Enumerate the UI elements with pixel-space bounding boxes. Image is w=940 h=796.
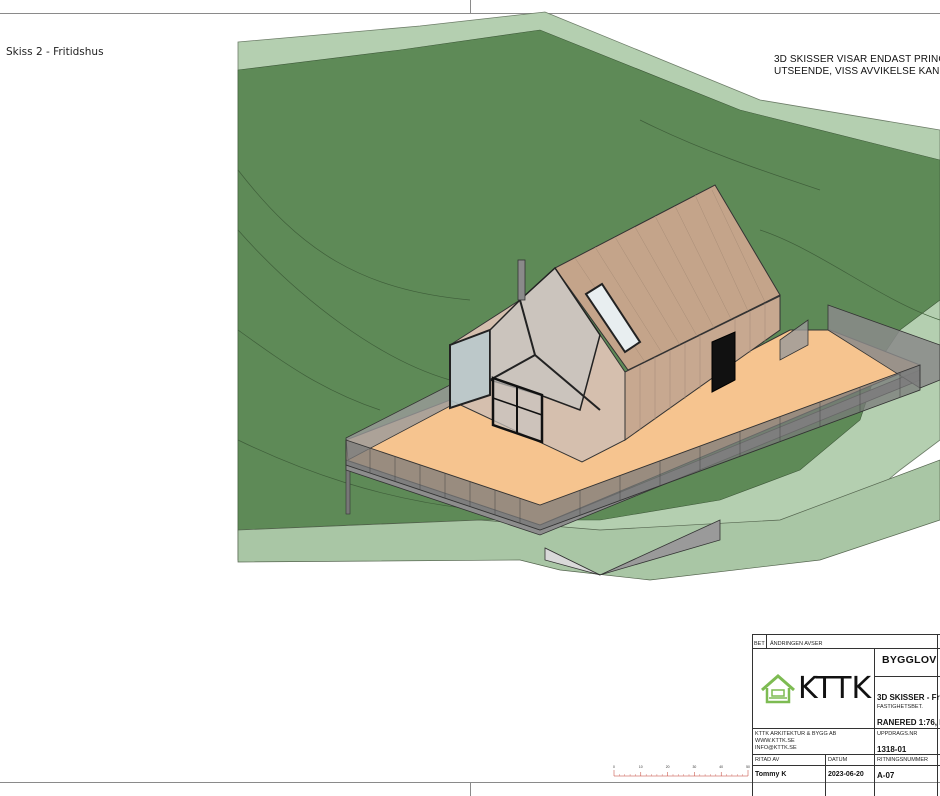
scale-bar: 0 10 20 30 40 50	[613, 765, 750, 777]
scale-tick-label: 50	[746, 765, 750, 769]
tb-drawn-line	[752, 765, 940, 766]
scale-tick-label: 10	[639, 765, 643, 769]
company-name: KTTK ARKITEKTUR & BYGG AB	[755, 731, 837, 737]
tb-heading-line	[874, 676, 940, 677]
property-value: RANERED 1:76, I	[877, 718, 940, 727]
kttk-logo: KTTK	[760, 672, 872, 708]
drawing-title: 3D SKISSER - Fr	[877, 693, 940, 702]
tb-logo-line	[752, 728, 940, 729]
disclaimer-line-2: UTSEENDE, VISS AVVIKELSE KAN F	[774, 66, 940, 77]
drawn-by-value: Tommy K	[755, 771, 787, 778]
disclaimer-line-1: 3D SKISSER VISAR ENDAST PRINC	[774, 54, 940, 65]
property-label: FASTIGHETSBET.	[877, 704, 923, 710]
scale-tick-label: 20	[666, 765, 670, 769]
tb-date-divider	[825, 754, 826, 796]
tb-border-left	[752, 634, 753, 796]
drawing-number-label: RITNINGSNUMMER	[877, 757, 929, 763]
rev-header: BET	[754, 641, 765, 647]
disclaimer-note: 3D SKISSER VISAR ENDAST PRINC UTSEENDE, …	[774, 54, 940, 78]
cabin-3d-sketch	[237, 11, 940, 581]
company-email: INFO@KTTK.SE	[755, 745, 797, 751]
title-block: BET ÄNDRINGEN AVSER BYGGLOV KTTK 3D SKIS…	[752, 634, 940, 796]
tb-border-top	[752, 634, 940, 635]
frame-center-tick-bottom	[470, 782, 471, 796]
tb-column-divider	[874, 648, 875, 796]
house-icon	[761, 674, 795, 704]
chimney	[517, 259, 526, 301]
change-header: ÄNDRINGEN AVSER	[770, 641, 823, 647]
date-label: DATUM	[828, 757, 848, 763]
glass-corner	[449, 328, 491, 410]
main-heading: BYGGLOV	[882, 654, 937, 666]
tb-rev-divider	[766, 634, 767, 648]
company-web: WWW.KTTK.SE	[755, 738, 795, 744]
drawing-number-value: A-07	[877, 771, 895, 780]
scale-tick-label: 30	[693, 765, 697, 769]
order-value: 1318-01	[877, 745, 907, 754]
order-label: UPPDRAGS.NR	[877, 731, 918, 737]
date-value: 2023-06-20	[828, 771, 864, 778]
tb-rev-line	[752, 648, 940, 649]
logo-text: KTTK	[798, 671, 872, 706]
tb-right-edge	[937, 634, 938, 796]
drawn-by-label: RITAD AV	[755, 757, 780, 763]
scale-tick-label: 40	[719, 765, 723, 769]
scale-tick-label: 0	[613, 765, 615, 769]
tb-order-line	[752, 754, 940, 755]
